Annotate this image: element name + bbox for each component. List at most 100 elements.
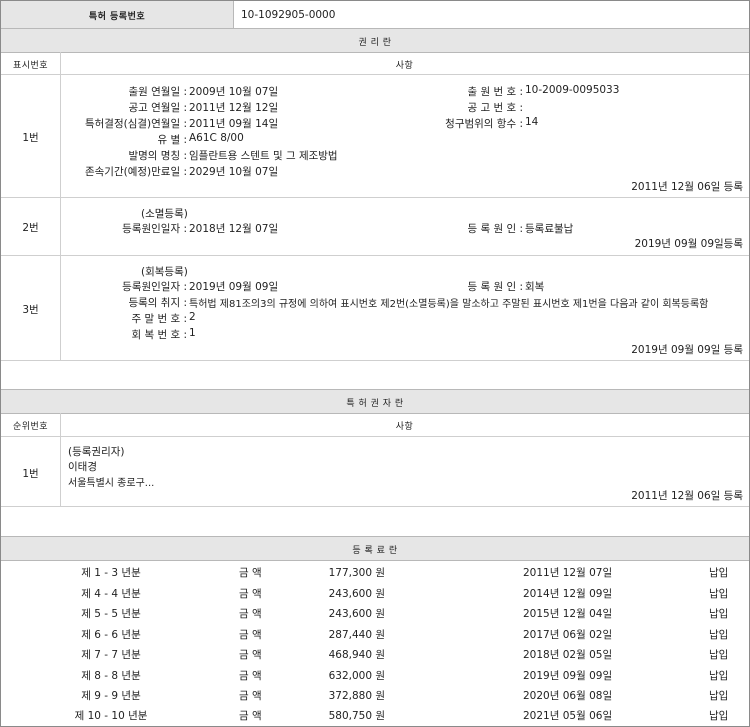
entry3-registration: 2019년 09월 09일 등록 [631,344,743,356]
rights-col-no: 표시번호 [12,61,49,71]
rights-section-title: 권 리 란 [358,38,392,48]
entry3-recover-value: 1 [189,327,196,339]
divider [1,436,749,437]
entry3-strike-value: 2 [189,311,196,323]
entry2-registration: 2019년 09월 09일등록 [634,238,743,250]
entry1-left-value-4: 임플란트용 스텐트 및 그 제조방법 [189,150,338,162]
entry3-date-label: 등록원인일자 : [122,281,187,293]
fee-amount-label: 금 액 [239,710,262,722]
entry1-left-label-1: 공고 연월일 : [128,102,187,114]
fee-status: 납입 [709,629,729,641]
owner-entry-registration: 2011년 12월 06일 등록 [631,490,743,502]
patent-register-document: 특허 등록번호 10-1092905-0000 권 리 란 표시번호 사항 1번… [0,0,750,727]
entry1-left-value-2: 2011년 09월 14일 [189,118,279,130]
divider [60,413,61,506]
entry1-left-label-5: 존속기간(예정)만료일 : [84,166,187,178]
entry3-cause-value: 회복 [525,281,545,293]
fee-amount: 243,600 원 [328,608,385,620]
fee-amount-label: 금 액 [239,588,262,600]
entry1-left-label-2: 특허결정(심결)연월일 : [84,118,187,130]
fee-date: 2014년 12월 09일 [523,588,613,600]
entry2-heading: (소멸등록) [141,208,188,220]
fee-amount-label: 금 액 [239,690,262,702]
entry2-no: 2번 [22,222,39,234]
patent-number-value: 10-1092905-0000 [241,9,336,21]
fee-amount-label: 금 액 [239,649,262,661]
fee-date: 2019년 09월 09일 [523,670,613,682]
divider [1,197,749,198]
divider [1,255,749,256]
entry1-left-value-5: 2029년 10월 07일 [189,166,279,178]
fee-amount: 243,600 원 [328,588,385,600]
owner-entry-address: 서울특별시 종로구... [68,478,155,489]
fee-status: 납입 [709,710,729,722]
fee-amount-label: 금 액 [239,670,262,682]
owner-entry-no: 1번 [22,468,39,480]
entry1-no: 1번 [22,132,39,144]
entry2-cause-value: 등록료불납 [525,223,574,235]
divider [1,360,749,361]
fee-year: 제 10 - 10 년분 [74,710,148,722]
divider [1,506,749,507]
entry1-left-label-3: 유 별 : [157,134,187,146]
fee-status: 납입 [709,649,729,661]
entry3-no: 3번 [22,304,39,316]
fee-amount: 177,300 원 [328,567,385,579]
entry1-right-label-0: 출 원 번 호 : [467,86,523,98]
owner-col-matter: 사항 [395,422,414,432]
entry3-heading: (회복등록) [141,266,188,278]
fee-amount: 632,000 원 [328,670,385,682]
fee-date: 2017년 06월 02일 [523,629,613,641]
fee-year: 제 8 - 8 년분 [81,670,141,682]
fee-amount: 580,750 원 [328,710,385,722]
fee-year: 제 7 - 7 년분 [81,649,141,661]
entry3-purpose-value: 특허법 제81조의3의 규정에 의하여 표시번호 제2번(소멸등록)을 말소하고… [189,299,709,310]
owner-col-no: 순위번호 [12,422,49,432]
fee-status: 납입 [709,588,729,600]
entry1-right-value-2: 14 [525,116,539,128]
fee-date: 2020년 06월 08일 [523,690,613,702]
fee-amount-label: 금 액 [239,608,262,620]
entry2-cause-label: 등 록 원 인 : [467,223,523,235]
fee-amount: 372,880 원 [328,690,385,702]
fees-section-title: 등 록 료 란 [352,546,398,556]
entry3-cause-label: 등 록 원 인 : [467,281,523,293]
entry3-date-value: 2019년 09월 09일 [189,281,279,293]
fee-status: 납입 [709,608,729,620]
owner-section-title: 특 허 권 자 란 [346,399,404,409]
fee-date: 2021년 05월 06일 [523,710,613,722]
patent-number-label: 특허 등록번호 [88,12,146,22]
owner-entry-name: 이태경 [68,461,97,473]
divider [1,74,749,75]
entry1-right-label-2: 청구범위의 항수 : [445,118,523,130]
fee-amount-label: 금 액 [239,567,262,579]
fee-amount: 468,940 원 [328,649,385,661]
entry2-date-value: 2018년 12월 07일 [189,223,279,235]
fee-year: 제 6 - 6 년분 [81,629,141,641]
entry3-recover-label: 회 복 번 호 : [131,329,187,341]
fee-date: 2018년 02월 05일 [523,649,613,661]
fee-status: 납입 [709,567,729,579]
fee-year: 제 5 - 5 년분 [81,608,141,620]
entry2-date-label: 등록원인일자 : [122,223,187,235]
entry1-registration: 2011년 12월 06일 등록 [631,181,743,193]
entry1-left-value-1: 2011년 12월 12일 [189,102,279,114]
fee-date: 2015년 12월 04일 [523,608,613,620]
fee-status: 납입 [709,670,729,682]
owner-entry-heading: (등록권리자) [68,446,125,458]
fee-year: 제 4 - 4 년분 [81,588,141,600]
fee-year: 제 1 - 3 년분 [81,567,141,579]
entry1-left-value-0: 2009년 10월 07일 [189,86,279,98]
entry1-left-label-4: 발명의 명칭 : [128,150,187,162]
entry3-strike-label: 주 말 번 호 : [131,313,187,325]
entry1-right-value-0: 10-2009-0095033 [525,84,620,96]
entry1-left-label-0: 출원 연월일 : [128,86,187,98]
fee-year: 제 9 - 9 년분 [81,690,141,702]
rights-col-matter: 사항 [395,61,414,71]
fee-status: 납입 [709,690,729,702]
entry1-right-label-1: 공 고 번 호 : [467,102,523,114]
entry3-purpose-label: 등록의 취지 : [128,297,187,309]
fee-amount: 287,440 원 [328,629,385,641]
entry1-left-value-3: A61C 8/00 [189,132,244,144]
fee-date: 2011년 12월 07일 [523,567,613,579]
